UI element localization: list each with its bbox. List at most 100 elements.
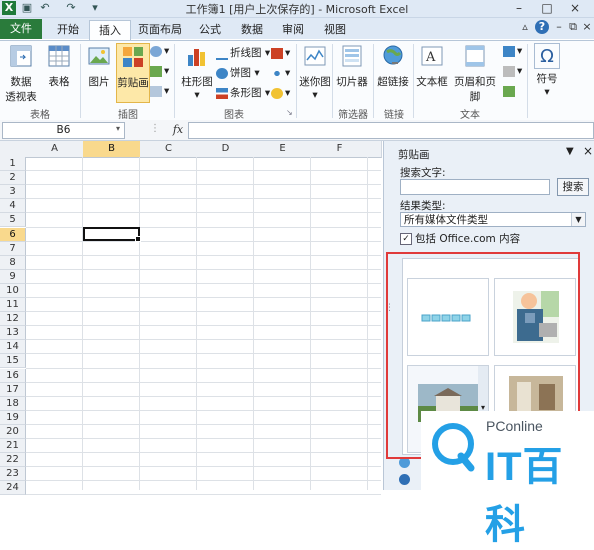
- hyperlink-button[interactable]: 超链接: [376, 43, 410, 89]
- name-box-dropdown-icon[interactable]: ▾: [116, 124, 120, 133]
- pivot-table-button[interactable]: 数据 透视表: [3, 43, 39, 104]
- pie-chart-button[interactable]: 饼图 ▾: [216, 65, 260, 81]
- tab-review[interactable]: 审阅: [275, 20, 311, 39]
- row-header[interactable]: 8: [0, 255, 26, 270]
- name-box[interactable]: B6: [2, 122, 125, 139]
- bar-chart-button[interactable]: 条形图 ▾: [216, 85, 270, 101]
- chevron-down-icon: ▼: [571, 213, 585, 226]
- gridline-horizontal: [26, 311, 381, 313]
- column-chart-button[interactable]: 柱形图 ▾: [180, 43, 214, 101]
- tab-data[interactable]: 数据: [234, 20, 270, 39]
- row-header[interactable]: 13: [0, 326, 26, 341]
- row-header[interactable]: 18: [0, 396, 26, 411]
- textbox-button[interactable]: A 文本框: [416, 43, 448, 89]
- pane-options-dropdown-icon[interactable]: ▼: [566, 146, 574, 157]
- search-text-input[interactable]: [400, 179, 550, 195]
- row-header[interactable]: 20: [0, 424, 26, 439]
- shapes-button[interactable]: ▾: [150, 43, 169, 59]
- slicer-button[interactable]: 切片器: [335, 43, 369, 89]
- row-header[interactable]: 2: [0, 171, 26, 186]
- select-all-corner[interactable]: [0, 141, 27, 158]
- active-cell-b6[interactable]: [83, 227, 141, 242]
- window-restore-icon[interactable]: ⧉: [566, 20, 580, 34]
- minimize-ribbon-icon[interactable]: ▵: [518, 20, 532, 34]
- row-header[interactable]: 6: [0, 227, 26, 242]
- tab-page-layout[interactable]: 页面布局: [133, 20, 187, 39]
- column-header-f[interactable]: F: [311, 141, 369, 158]
- row-header[interactable]: 19: [0, 410, 26, 425]
- row-header[interactable]: 16: [0, 368, 26, 383]
- row-header[interactable]: 23: [0, 467, 26, 482]
- help-icon[interactable]: ?: [535, 20, 549, 34]
- row-header[interactable]: 14: [0, 340, 26, 355]
- tab-home[interactable]: 开始: [48, 20, 88, 39]
- area-chart-button[interactable]: ▾: [271, 45, 290, 61]
- search-button[interactable]: 搜索: [557, 178, 589, 196]
- column-header-d[interactable]: D: [197, 141, 255, 158]
- search-label: 搜索文字:: [400, 167, 446, 179]
- gridline-horizontal: [26, 282, 381, 284]
- result-type-select[interactable]: 所有媒体文件类型 ▼: [400, 212, 586, 227]
- row-header[interactable]: 4: [0, 199, 26, 214]
- watermark-big-text: IT百科: [485, 445, 564, 547]
- object-button[interactable]: [503, 83, 517, 99]
- signature-line-button[interactable]: ▾: [503, 63, 522, 79]
- tab-insert[interactable]: 插入: [89, 20, 131, 40]
- formula-input[interactable]: [188, 122, 594, 139]
- symbol-dropdown-icon: ▾: [544, 86, 550, 98]
- row-header[interactable]: 15: [0, 354, 26, 369]
- row-header[interactable]: 9: [0, 269, 26, 284]
- column-header-c[interactable]: C: [140, 141, 198, 158]
- column-header-a[interactable]: A: [26, 141, 84, 158]
- header-footer-button[interactable]: 页眉和页脚: [450, 43, 500, 104]
- row-header[interactable]: 24: [0, 481, 26, 496]
- row-header[interactable]: 10: [0, 283, 26, 298]
- pconline-watermark: PConline IT百科: [421, 411, 594, 547]
- smartart-button[interactable]: ▾: [150, 63, 169, 79]
- picture-button[interactable]: 图片: [84, 43, 114, 89]
- screenshot-button[interactable]: ▾: [150, 83, 169, 99]
- sparkline-button[interactable]: 迷你图 ▾: [299, 43, 331, 101]
- window-minimize-icon[interactable]: –: [552, 20, 566, 34]
- table-button[interactable]: 表格: [44, 43, 74, 89]
- tab-formulas[interactable]: 公式: [192, 20, 228, 39]
- group-label-text: 文本: [460, 110, 480, 121]
- line-chart-button[interactable]: 折线图 ▾: [216, 45, 270, 61]
- slicer-label: 切片器: [336, 76, 368, 88]
- close-button[interactable]: ×: [562, 0, 588, 16]
- symbol-button[interactable]: Ω 符号 ▾: [531, 43, 563, 98]
- clipart-button[interactable]: 剪贴画: [116, 43, 150, 103]
- tab-file[interactable]: 文件: [0, 19, 42, 39]
- insert-function-button[interactable]: fx: [170, 122, 186, 137]
- gridline-horizontal: [26, 226, 381, 228]
- column-header-e[interactable]: E: [254, 141, 312, 158]
- row-header[interactable]: 22: [0, 453, 26, 468]
- worksheet-grid[interactable]: A B C D E F 1 2 3 4 5 6 7 8 9 10 11 12 13 14 15 16 17 18 1…: [0, 141, 382, 496]
- shapes-icon: [150, 45, 162, 57]
- row-header[interactable]: 17: [0, 382, 26, 397]
- header-footer-icon: [465, 45, 485, 67]
- wordart-button[interactable]: ▾: [503, 43, 522, 59]
- charts-dialog-launcher-icon[interactable]: ↘: [286, 105, 293, 121]
- include-office-content-checkbox[interactable]: ✓ 包括 Office.com 内容: [400, 231, 520, 246]
- row-header[interactable]: 7: [0, 241, 26, 256]
- row-header[interactable]: 11: [0, 298, 26, 313]
- tab-view[interactable]: 视图: [317, 20, 353, 39]
- clipart-tips-icon[interactable]: [399, 474, 410, 485]
- row-header[interactable]: 12: [0, 312, 26, 327]
- fill-handle[interactable]: [135, 236, 141, 242]
- gridline-horizontal: [26, 409, 381, 411]
- row-header[interactable]: 1: [0, 157, 26, 172]
- row-header[interactable]: 21: [0, 439, 26, 454]
- minimize-button[interactable]: –: [506, 0, 532, 16]
- row-header[interactable]: 3: [0, 185, 26, 200]
- row-header[interactable]: 5: [0, 213, 26, 228]
- scatter-chart-button[interactable]: ▾: [271, 65, 290, 81]
- other-charts-button[interactable]: ▾: [271, 85, 290, 101]
- maximize-button[interactable]: □: [534, 0, 560, 16]
- pane-close-icon[interactable]: ×: [583, 144, 593, 158]
- window-close-icon[interactable]: ×: [580, 20, 594, 34]
- column-header-g[interactable]: [368, 141, 382, 158]
- gridline-vertical: [82, 157, 83, 490]
- column-header-b[interactable]: B: [83, 141, 141, 158]
